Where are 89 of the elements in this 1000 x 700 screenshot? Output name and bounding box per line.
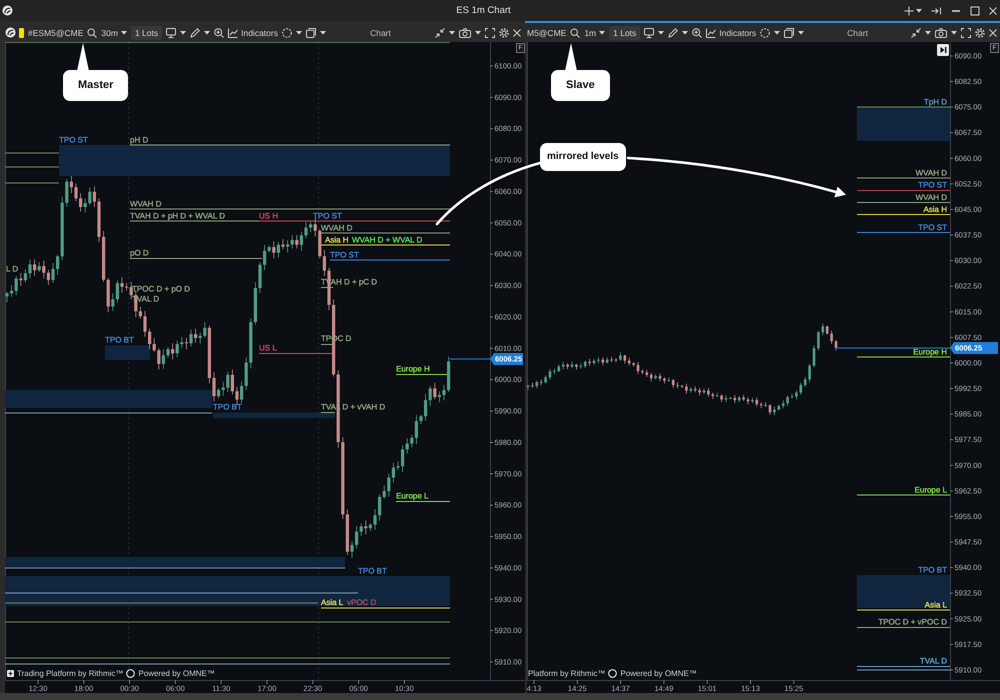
symbol-selector[interactable]: M5@CME: [527, 28, 566, 38]
dashed-circle-icon[interactable]: [282, 28, 292, 38]
zoom-in-icon[interactable]: [214, 28, 224, 38]
window-icon[interactable]: [784, 28, 794, 38]
footer-text: Powered by OMNE™: [138, 669, 215, 678]
pencil-icon[interactable]: [668, 28, 678, 38]
callout-label: Slave: [551, 70, 610, 101]
caret-icon[interactable]: [658, 30, 664, 34]
pane-title: Chart: [369, 28, 392, 38]
monitor-icon[interactable]: [644, 28, 654, 38]
search-icon[interactable]: [87, 28, 98, 38]
level-label: WVAH D: [916, 193, 947, 202]
caret-icon[interactable]: [774, 30, 780, 34]
settings-icon[interactable]: [975, 28, 985, 38]
line-chart-icon: [228, 28, 238, 38]
maximize-icon[interactable]: [970, 6, 980, 16]
close-icon[interactable]: [513, 28, 521, 36]
add-icon[interactable]: [904, 6, 914, 16]
shrink-icon[interactable]: [435, 28, 445, 38]
ring-icon: [608, 669, 618, 678]
caret-icon[interactable]: [296, 30, 302, 34]
chart-logo-icon: [5, 27, 16, 38]
caret-icon[interactable]: [180, 30, 186, 34]
level-label: Europe H: [913, 348, 947, 356]
level-label: Asia L: [924, 600, 947, 610]
window-icon[interactable]: [306, 28, 316, 38]
monitor-icon[interactable]: [166, 28, 176, 38]
expand-icon[interactable]: [485, 28, 495, 38]
close-icon[interactable]: [989, 6, 997, 14]
caret-icon[interactable]: [320, 30, 326, 34]
camera-icon[interactable]: [459, 28, 471, 38]
level-label: TVAL D: [920, 656, 947, 666]
close-icon[interactable]: [989, 28, 997, 36]
skip-forward-icon[interactable]: [937, 44, 949, 56]
camera-icon[interactable]: [935, 28, 947, 38]
settings-icon[interactable]: [499, 28, 509, 38]
footer-text: Platform by Rithmic™: [528, 669, 606, 678]
expand-icon[interactable]: [961, 28, 971, 38]
callout-label: Master: [63, 70, 128, 101]
indicators-button[interactable]: Indicators: [228, 28, 278, 38]
callout-pointer: [77, 43, 89, 71]
dock-icon[interactable]: [931, 6, 942, 14]
caret-icon[interactable]: [475, 30, 481, 34]
level-label: TPOC D + vPOC D: [878, 618, 947, 626]
caret-icon: [599, 30, 606, 34]
symbol-selector[interactable]: #ESM5@CME: [28, 28, 84, 38]
level-label: TPO ST: [918, 223, 947, 232]
level-label: Asia L: [321, 598, 344, 607]
level-label: vPOC D: [347, 598, 376, 607]
ring-icon: [126, 669, 136, 678]
level-label: WVAH D: [916, 168, 947, 178]
zoom-in-icon[interactable]: [692, 28, 702, 38]
interval-dropdown[interactable]: 1m: [584, 28, 606, 38]
footer-text: Powered by OMNE™: [620, 669, 697, 678]
minimize-icon[interactable]: [951, 8, 961, 12]
indicators-button[interactable]: Indicators: [706, 28, 756, 38]
plus-square-icon[interactable]: [7, 670, 14, 677]
level-label: pH D: [130, 136, 148, 144]
level-line: [4, 166, 60, 168]
level-label: TPO BT: [918, 566, 947, 574]
level-label: Asia H: [923, 205, 947, 214]
level-line: [4, 152, 60, 154]
caret-icon[interactable]: [951, 30, 957, 34]
caret-icon[interactable]: [682, 30, 688, 34]
caret-icon[interactable]: [798, 30, 804, 34]
pane-title: Chart: [846, 28, 869, 38]
level-label: TpH D: [924, 98, 947, 106]
line-chart-icon: [706, 28, 716, 38]
callout-pointer: [565, 43, 577, 71]
caret-icon[interactable]: [204, 30, 210, 34]
quantity-field[interactable]: 1 Lots: [609, 26, 640, 40]
level-label: TPO BT: [358, 566, 387, 576]
price-line: [450, 358, 490, 360]
footer-text: Trading Platform by Rithmic™: [17, 669, 124, 678]
caret-icon: [120, 30, 127, 34]
window-title: ES 1m Chart: [455, 5, 512, 16]
interval-dropdown[interactable]: 30m: [101, 28, 127, 38]
pencil-icon[interactable]: [190, 28, 200, 38]
quantity-field[interactable]: 1 Lots: [130, 26, 162, 40]
dashed-circle-icon[interactable]: [760, 28, 770, 38]
search-icon[interactable]: [570, 28, 580, 38]
caret-icon[interactable]: [916, 8, 922, 12]
caret-icon[interactable]: [449, 30, 455, 34]
level-label: TPO ST: [918, 180, 947, 190]
shrink-icon[interactable]: [911, 28, 921, 38]
caret-icon[interactable]: [925, 30, 931, 34]
level-label: TPO ST: [59, 136, 88, 144]
level-label: Europe L: [914, 486, 947, 494]
callout-label: mirrored levels: [540, 143, 626, 171]
